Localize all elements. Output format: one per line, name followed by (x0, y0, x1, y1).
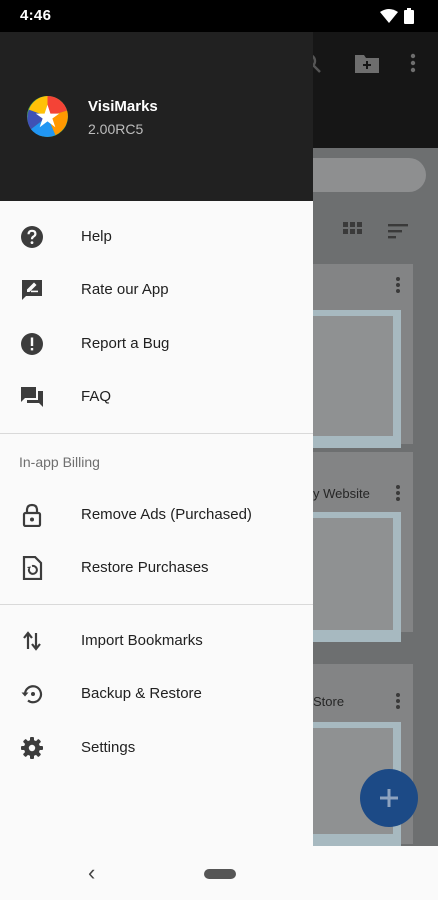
more-vert-icon (396, 277, 400, 293)
menu-item-settings[interactable]: Settings (0, 722, 313, 775)
import-export-icon (19, 628, 45, 654)
divider (0, 604, 313, 605)
menu-item-report-a-bug[interactable]: Report a Bug (0, 318, 313, 371)
bookmark-thumbnail (305, 512, 401, 642)
rate-review-icon (19, 277, 45, 303)
help-icon (19, 224, 45, 250)
section-header-billing: In-app Billing (19, 454, 100, 470)
bookmark-card-title: y Website (313, 486, 370, 501)
sort-icon (388, 224, 408, 239)
menu-item-remove-ads[interactable]: Remove Ads (Purchased) (0, 489, 313, 542)
forum-icon (19, 384, 45, 410)
more-vert-icon (396, 485, 400, 501)
bookmark-card-title: Store (313, 694, 345, 709)
plus-icon (380, 789, 398, 807)
menu-item-help[interactable]: Help (0, 211, 313, 264)
status-bar: 4:46 (0, 0, 438, 32)
menu-item-label: Restore Purchases (81, 559, 209, 576)
backup-restore-icon (19, 681, 45, 707)
menu-item-restore-purchases[interactable]: Restore Purchases (0, 542, 313, 595)
menu-item-faq[interactable]: FAQ (0, 371, 313, 424)
settings-icon (19, 735, 45, 761)
menu-item-label: FAQ (81, 388, 112, 405)
home-button[interactable] (204, 869, 236, 879)
drawer-header: VisiMarks 2.00RC5 (0, 32, 313, 201)
restore-page-icon (19, 555, 45, 581)
bookmark-thumbnail (305, 310, 401, 448)
grid-view-icon (343, 222, 362, 234)
app-version: 2.00RC5 (88, 121, 144, 137)
navigation-drawer: VisiMarks 2.00RC5 Help Rate our App Repo… (0, 32, 313, 846)
system-nav-bar: ‹ (0, 846, 438, 900)
wifi-icon (380, 9, 398, 23)
back-button[interactable]: ‹ (88, 860, 95, 886)
add-bookmark-button[interactable] (360, 769, 418, 827)
app-name: VisiMarks (88, 98, 158, 115)
status-time: 4:46 (20, 7, 52, 24)
report-icon (19, 331, 45, 357)
new-folder-icon (355, 55, 379, 73)
menu-item-label: Rate our App (81, 281, 169, 298)
menu-item-backup-restore[interactable]: Backup & Restore (0, 668, 313, 721)
lock-icon (19, 502, 45, 528)
menu-item-label: Remove Ads (Purchased) (81, 506, 252, 523)
menu-item-rate-our-app[interactable]: Rate our App (0, 264, 313, 317)
more-vert-icon (396, 693, 400, 709)
status-icons (380, 8, 414, 24)
menu-item-label: Report a Bug (81, 335, 170, 352)
battery-icon (404, 8, 414, 24)
menu-item-label: Help (81, 228, 112, 245)
more-vert-icon (410, 53, 416, 73)
divider (0, 433, 313, 434)
menu-item-label: Import Bookmarks (81, 632, 203, 649)
menu-item-import-bookmarks[interactable]: Import Bookmarks (0, 615, 313, 668)
menu-item-label: Backup & Restore (81, 685, 202, 702)
app-logo (26, 95, 69, 138)
menu-item-label: Settings (81, 739, 136, 756)
